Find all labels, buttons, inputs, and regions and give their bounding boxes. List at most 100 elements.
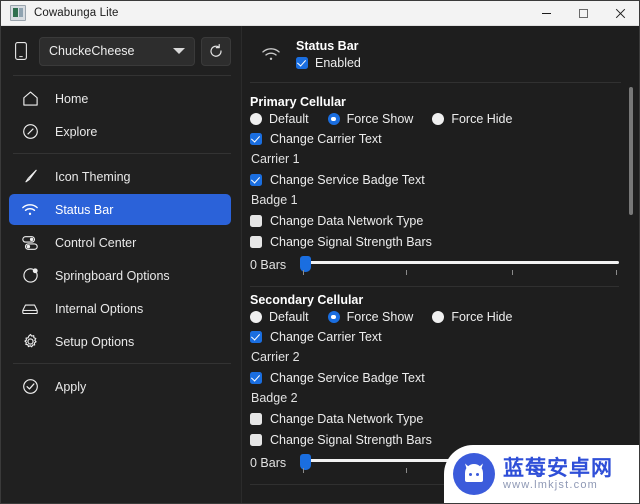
sidebar-item-label: Springboard Options: [55, 268, 170, 283]
drive-icon: [19, 298, 41, 320]
close-button[interactable]: [602, 1, 639, 26]
change-service-badge-text-row[interactable]: Change Service Badge Text: [250, 369, 619, 387]
section-title: Primary Cellular: [250, 95, 346, 109]
refresh-button[interactable]: [201, 36, 231, 66]
device-dropdown[interactable]: ChuckeCheese: [39, 36, 195, 66]
change-carrier-text-checkbox[interactable]: [250, 331, 262, 343]
slider-track: [300, 261, 619, 264]
section-primary-cellular: Primary Cellular Default Force Show Forc…: [250, 95, 619, 278]
device-dropdown-value: ChuckeCheese: [49, 44, 135, 58]
change-signal-strength-bars-checkbox[interactable]: [250, 434, 262, 446]
checkbox-label: Change Data Network Type: [270, 214, 424, 228]
change-service-badge-text-row[interactable]: Change Service Badge Text: [250, 171, 619, 189]
change-service-badge-text-checkbox[interactable]: [250, 372, 262, 384]
radio-option-force-show[interactable]: Force Show: [327, 310, 414, 324]
radio-option-default[interactable]: Default: [250, 112, 309, 126]
radio-default[interactable]: [250, 311, 262, 323]
sidebar-divider-bottom: [13, 363, 231, 364]
settings-scroll-area[interactable]: Primary Cellular Default Force Show Forc…: [242, 83, 639, 503]
gear-icon: [19, 331, 41, 353]
badge-text-field[interactable]: Badge 2: [250, 391, 619, 405]
page-title: Status Bar: [296, 38, 359, 53]
sidebar-item-icon-theming[interactable]: Icon Theming: [9, 161, 231, 192]
sidebar-item-label: Control Center: [55, 235, 137, 250]
settings-content: Primary Cellular Default Force Show Forc…: [242, 95, 639, 485]
change-carrier-text-row[interactable]: Change Carrier Text: [250, 130, 619, 148]
radio-force-show[interactable]: [327, 311, 340, 323]
change-data-network-type-row[interactable]: Change Data Network Type: [250, 410, 619, 428]
vertical-scrollbar[interactable]: [627, 87, 635, 499]
watermark-text: 蓝莓安卓网 www.lmkjst.com: [503, 458, 613, 491]
change-signal-strength-bars-row[interactable]: Change Signal Strength Bars: [250, 233, 619, 251]
carrier-text-field[interactable]: Carrier 1: [250, 152, 619, 166]
slider-value-label: 0 Bars: [250, 456, 287, 470]
radio-label: Default: [269, 112, 309, 126]
sidebar-item-label: Home: [55, 91, 89, 106]
radio-option-force-hide[interactable]: Force Hide: [432, 112, 512, 126]
phone-icon: [9, 38, 33, 64]
radio-option-default[interactable]: Default: [250, 310, 309, 324]
enabled-checkbox[interactable]: [296, 56, 308, 69]
wifi-icon: [19, 199, 41, 221]
carrier-text-field[interactable]: Carrier 2: [250, 350, 619, 364]
minimize-button[interactable]: [528, 1, 565, 26]
checkbox-label: Change Carrier Text: [270, 132, 382, 146]
radio-option-force-hide[interactable]: Force Hide: [432, 310, 512, 324]
section-divider: [250, 286, 619, 287]
sidebar-item-internal-options[interactable]: Internal Options: [9, 293, 231, 324]
slider-ticks: [300, 270, 619, 276]
title-bar: Cowabunga Lite: [1, 1, 639, 26]
sidebar-item-label: Explore: [55, 124, 98, 139]
radio-label: Force Hide: [451, 310, 513, 324]
checkbox-label: Change Data Network Type: [270, 412, 424, 426]
slider-value-label: 0 Bars: [250, 258, 287, 272]
change-data-network-type-row[interactable]: Change Data Network Type: [250, 212, 619, 230]
panel-header-texts: Status Bar Enabled: [296, 39, 361, 70]
change-data-network-type-checkbox[interactable]: [250, 413, 262, 425]
enabled-label: Enabled: [315, 55, 361, 70]
change-carrier-text-checkbox[interactable]: [250, 133, 262, 145]
radio-force-hide[interactable]: [432, 113, 445, 125]
change-carrier-text-row[interactable]: Change Carrier Text: [250, 328, 619, 346]
window-controls: [528, 1, 639, 26]
sidebar-item-home[interactable]: Home: [9, 83, 231, 114]
radio-option-force-show[interactable]: Force Show: [327, 112, 413, 126]
sidebar-item-label: Icon Theming: [55, 169, 131, 184]
watermark-url: www.lmkjst.com: [503, 478, 599, 491]
sidebar-item-apply[interactable]: Apply: [9, 371, 231, 402]
watermark-brand: 蓝莓安卓网: [503, 456, 613, 480]
radio-force-show[interactable]: [327, 113, 340, 125]
signal-bars-slider-row: 0 Bars: [250, 256, 619, 278]
sidebar-item-setup-options[interactable]: Setup Options: [9, 326, 231, 357]
change-data-network-type-checkbox[interactable]: [250, 215, 262, 227]
radio-label: Default: [269, 310, 309, 324]
watermark-overlay: 蓝莓安卓网 www.lmkjst.com: [444, 445, 639, 503]
panel-header: Status Bar Enabled: [242, 26, 639, 82]
sidebar-item-explore[interactable]: Explore: [9, 116, 231, 147]
change-service-badge-text-checkbox[interactable]: [250, 174, 262, 186]
radio-default[interactable]: [250, 113, 262, 125]
window-body: ChuckeCheese Home Explore Icon Theming S…: [1, 26, 639, 503]
sidebar-nav: Home Explore Icon Theming Status Bar Con…: [1, 82, 241, 403]
radio-force-hide[interactable]: [432, 311, 445, 323]
sidebar: ChuckeCheese Home Explore Icon Theming S…: [1, 26, 241, 503]
toggles-icon: [19, 232, 41, 254]
signal-bars-slider[interactable]: [300, 256, 619, 278]
sidebar-item-label: Apply: [55, 379, 87, 394]
maximize-button[interactable]: [565, 1, 602, 26]
scrollbar-thumb[interactable]: [629, 87, 633, 215]
badge-text-field[interactable]: Badge 1: [250, 193, 619, 207]
enabled-checkbox-row[interactable]: Enabled: [296, 56, 361, 70]
app-icon: [10, 5, 26, 21]
sidebar-item-control-center[interactable]: Control Center: [9, 227, 231, 258]
change-signal-strength-bars-checkbox[interactable]: [250, 236, 262, 248]
sidebar-item-springboard-options[interactable]: Springboard Options: [9, 260, 231, 291]
sidebar-item-status-bar[interactable]: Status Bar: [9, 194, 231, 225]
android-mascot-icon: [453, 453, 495, 495]
checkbox-label: Change Carrier Text: [270, 330, 382, 344]
checkbox-label: Change Signal Strength Bars: [270, 433, 432, 447]
wifi-icon: [258, 41, 284, 67]
springboard-icon: [19, 265, 41, 287]
radio-label: Force Show: [346, 310, 414, 324]
main-panel: Status Bar Enabled Primary Cellular Defa…: [241, 26, 639, 503]
